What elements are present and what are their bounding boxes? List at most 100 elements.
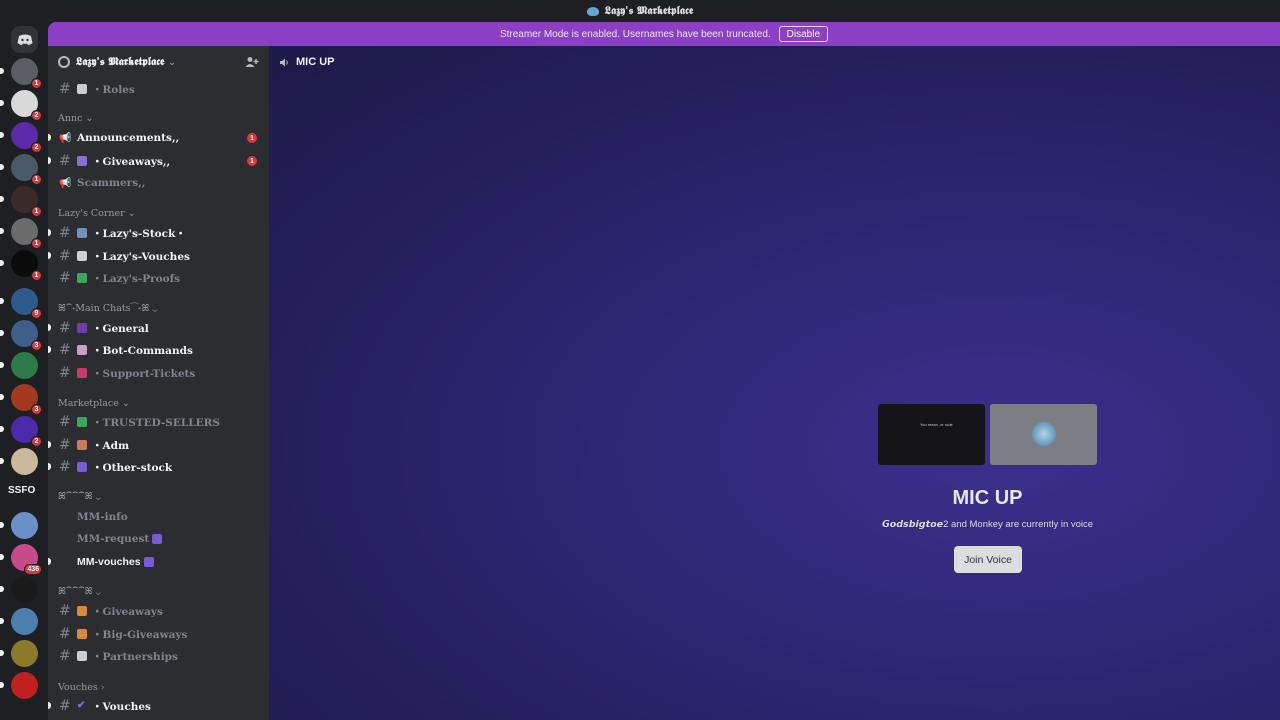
- guild-ssfo[interactable]: SSFO: [8, 485, 35, 496]
- channel-header: MIC UP: [269, 46, 1280, 78]
- participant-name: 𝙂𝙤𝙙𝙨𝙗𝙞𝙜𝙩𝙤𝙚: [881, 519, 944, 530]
- channel-scammers[interactable]: 📢 Scammers,,: [48, 173, 269, 193]
- hash-icon: #: [59, 248, 71, 264]
- unread-indicator: [48, 558, 51, 565]
- streamer-mode-text: Streamer Mode is enabled. Usernames have…: [499, 28, 771, 40]
- guild-icon[interactable]: 436: [0, 544, 42, 575]
- guild-icon[interactable]: 1: [0, 250, 42, 281]
- check-mark-icon: ✔: [77, 700, 86, 711]
- notepad-icon: [77, 251, 87, 261]
- channel-trusted-sellers[interactable]: # ・TRUSTED-SELLERS: [48, 412, 269, 432]
- guild-icon[interactable]: 3: [0, 320, 42, 351]
- channel-vouches[interactable]: # ✔ ・Vouches: [48, 696, 269, 716]
- mention-badge: 1: [31, 174, 42, 185]
- unread-indicator: [0, 164, 4, 170]
- disable-streamer-mode-button[interactable]: Disable: [778, 26, 829, 42]
- guild-icon[interactable]: 1: [0, 154, 42, 185]
- mention-badge: 2: [31, 436, 42, 447]
- unread-indicator: [48, 463, 51, 470]
- grape-icon: [77, 323, 87, 333]
- guild-icon[interactable]: 1: [0, 186, 42, 217]
- unread-indicator: [48, 346, 51, 353]
- channel-lazys-stock[interactable]: # ・Lazy's-Stock・: [48, 223, 269, 243]
- channel-other-stock[interactable]: # ・Other-stock: [48, 457, 269, 477]
- guild-icon[interactable]: [0, 512, 38, 539]
- channel-lazys-proofs[interactable]: # ・Lazy's-Proofs: [48, 268, 269, 288]
- guild-icon[interactable]: 1: [0, 218, 42, 249]
- discord-home-button[interactable]: [11, 26, 38, 53]
- guild-icon[interactable]: [0, 352, 38, 379]
- guild-icon[interactable]: [0, 640, 38, 667]
- channel-support-tickets[interactable]: # ・Support-Tickets: [48, 363, 269, 383]
- hash-icon: #: [59, 648, 71, 664]
- channel-big-giveaways[interactable]: # ・Big-Giveaways: [48, 624, 269, 644]
- shield-icon: [77, 440, 87, 450]
- channel-announcements[interactable]: 📢 Announcements,, 1: [48, 128, 269, 148]
- channel-roles[interactable]: # ・Roles: [48, 79, 269, 99]
- channel-mm-info[interactable]: MM-info: [48, 507, 269, 527]
- channel-name: MIC UP: [296, 56, 335, 68]
- voice-participant-preview[interactable]: [990, 404, 1097, 465]
- window-title-bar: 𝕷𝖆𝖟𝖞'𝖘 𝕸𝖆𝖗𝖐𝖊𝖙𝖕𝖑𝖆𝖈𝖊: [0, 0, 1280, 22]
- check-box-icon: [77, 417, 87, 427]
- channel-partnerships[interactable]: # ・Partnerships: [48, 646, 269, 666]
- unread-indicator: [0, 682, 4, 688]
- channel-giveaways-top[interactable]: # ・Giveaways,, 1: [48, 151, 269, 171]
- unread-indicator: [48, 702, 51, 709]
- unread-indicator: [0, 554, 4, 560]
- category-middleman[interactable]: ꕤ⁀⁀⁀ꕤ ⌄: [58, 491, 101, 502]
- channel-giveaways[interactable]: # ・Giveaways: [48, 601, 269, 621]
- guild-icon[interactable]: 2: [0, 122, 42, 153]
- mention-badge: 1: [247, 133, 257, 143]
- category-events[interactable]: ꕤ⁀⁀⁀ꕤ ⌄: [58, 586, 101, 597]
- guild-icon[interactable]: [0, 448, 38, 475]
- unread-indicator: [0, 522, 4, 528]
- guild-icon[interactable]: 2: [0, 416, 42, 447]
- channel-adm[interactable]: # ・Adm: [48, 435, 269, 455]
- guild-icon[interactable]: 1: [0, 58, 42, 89]
- voice-channel-title: MIC UP: [952, 487, 1023, 509]
- megaphone-icon: 📢: [59, 132, 72, 144]
- unread-indicator: [0, 330, 4, 336]
- guild-icon[interactable]: [0, 608, 38, 635]
- channel-general[interactable]: # ・General: [48, 318, 269, 338]
- speaker-icon: [279, 57, 290, 68]
- channel-bot-commands[interactable]: # ・Bot-Commands: [48, 340, 269, 360]
- channel-mm-request[interactable]: MM-request: [48, 529, 269, 549]
- invite-people-icon[interactable]: [245, 56, 259, 68]
- server-name: 𝕷𝖆𝖟𝖞'𝖘 𝕸𝖆𝖗𝖐𝖊𝖙𝖕𝖑𝖆𝖈𝖊: [76, 55, 165, 68]
- category-annc[interactable]: Annc ⌄: [58, 113, 93, 124]
- mention-badge: 1: [31, 78, 42, 89]
- hash-icon: #: [59, 459, 71, 475]
- mention-badge: 1: [247, 156, 257, 166]
- guild-icon[interactable]: [0, 672, 38, 699]
- unread-indicator: [48, 134, 51, 141]
- guild-icon[interactable]: 3: [0, 384, 42, 415]
- unread-indicator: [0, 426, 4, 432]
- channel-mm-vouches[interactable]: MM-vouches: [48, 552, 269, 572]
- category-lazys-corner[interactable]: Lazy's Corner ⌄: [58, 208, 136, 219]
- unread-indicator: [0, 260, 4, 266]
- unread-indicator: [0, 228, 4, 234]
- unread-indicator: [0, 68, 4, 74]
- gift-icon: [77, 606, 87, 616]
- megaphone-icon: 📢: [59, 177, 72, 189]
- join-voice-button[interactable]: Join Voice: [954, 546, 1022, 573]
- hash-icon: #: [59, 365, 71, 381]
- voice-participant-preview[interactable]: You mean, or rude: [878, 404, 985, 465]
- mention-badge: 3: [31, 340, 42, 351]
- category-vouches[interactable]: Vouches ›: [58, 682, 105, 693]
- guild-icon[interactable]: 2: [0, 90, 42, 121]
- server-header[interactable]: 𝕷𝖆𝖟𝖞'𝖘 𝕸𝖆𝖗𝖐𝖊𝖙𝖕𝖑𝖆𝖈𝖊 ⌄: [48, 46, 269, 78]
- category-main-chats[interactable]: ꕤ⁀˖Main Chats⁀˖ꕤ ⌄: [58, 303, 157, 314]
- unread-indicator: [0, 100, 4, 106]
- unread-indicator: [0, 650, 4, 656]
- voice-channel-view: MIC UP You mean, or rude MIC UP 𝙂𝙤𝙙𝙨𝙗𝙞𝙜𝙩…: [269, 46, 1280, 720]
- mention-badge: 1: [31, 206, 42, 217]
- guild-icon[interactable]: 9: [0, 288, 42, 319]
- guild-icon[interactable]: [0, 576, 38, 603]
- page-icon: [77, 651, 87, 661]
- channel-lazys-vouches[interactable]: # ・Lazy's-Vouches: [48, 246, 269, 266]
- category-marketplace[interactable]: Marketplace ⌄: [58, 398, 130, 409]
- server-logo-icon: [586, 6, 599, 16]
